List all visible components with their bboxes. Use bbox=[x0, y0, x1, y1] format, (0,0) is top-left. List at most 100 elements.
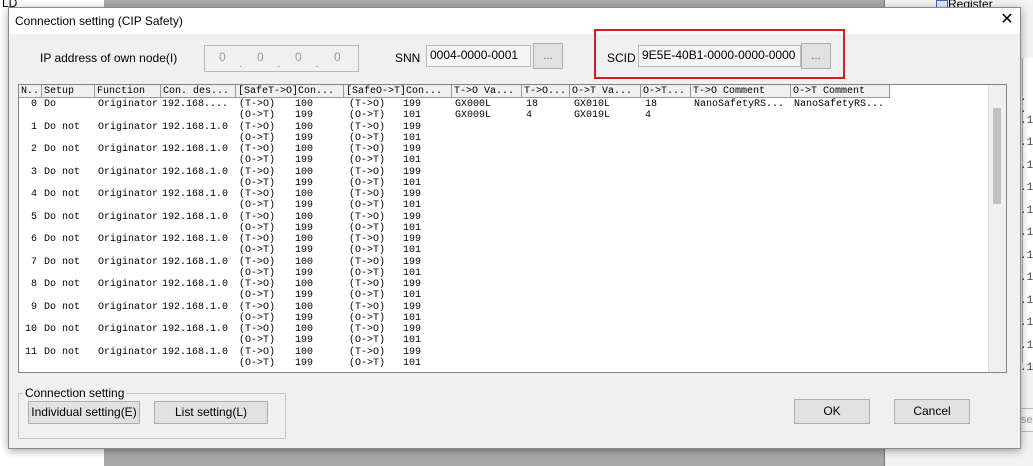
snn-browse-button[interactable]: ... bbox=[533, 43, 563, 69]
row-number: 10 bbox=[24, 324, 37, 335]
column-header[interactable]: Setup bbox=[42, 85, 95, 98]
row-safe-ot-value: 101 bbox=[403, 222, 422, 234]
column-header[interactable]: T->O Va... bbox=[452, 85, 522, 98]
row-function: Originator bbox=[98, 189, 159, 200]
row-safe-ot-direction: (T->O) bbox=[349, 346, 386, 358]
column-header[interactable]: T->O... bbox=[522, 85, 570, 98]
column-header[interactable]: T->O Comment bbox=[691, 85, 791, 98]
row-safe-to-direction: (T->O) bbox=[239, 256, 276, 268]
row-safe-to-direction: (O->T) bbox=[239, 222, 276, 234]
row-safe-ot-value: 199 bbox=[403, 234, 422, 245]
column-header[interactable]: N.. bbox=[19, 85, 42, 98]
row-safe-to-value: 199 bbox=[295, 290, 314, 301]
row-safe-ot-value: 199 bbox=[403, 346, 422, 358]
row-safe-to-value: 100 bbox=[295, 99, 314, 110]
row-setup: Do not bbox=[44, 121, 81, 133]
row-safe-ot-direction: (O->T) bbox=[349, 155, 386, 166]
row-setup: Do not bbox=[44, 279, 81, 290]
row-safe-ot-value: 101 bbox=[403, 155, 422, 166]
row-safe-ot-value: 199 bbox=[403, 121, 422, 133]
background-button[interactable]: se bbox=[1020, 408, 1033, 432]
column-header[interactable]: O->T Va... bbox=[570, 85, 641, 98]
row-function: Originator bbox=[98, 279, 159, 290]
background-list-fragment: .1( bbox=[1020, 159, 1033, 172]
row-safe-ot-direction: (O->T) bbox=[349, 222, 386, 234]
ip-segment-2: 0 bbox=[257, 50, 264, 64]
snn-field: 0004-0000-0001 bbox=[426, 45, 531, 67]
background-list-fragment: .1( bbox=[1020, 339, 1033, 352]
row-safe-ot-direction: (O->T) bbox=[349, 290, 386, 301]
row-safe-to-direction: (O->T) bbox=[239, 335, 276, 346]
background-list-fragment: .1( bbox=[1020, 249, 1033, 262]
cancel-button[interactable]: Cancel bbox=[894, 399, 970, 424]
row-safe-to-value: 100 bbox=[295, 121, 314, 133]
row-to-variable: GX009L bbox=[455, 110, 492, 121]
column-header[interactable]: [SafeO->T]Con... bbox=[344, 85, 452, 98]
row-setup: Do not bbox=[44, 211, 81, 223]
scrollbar-thumb[interactable] bbox=[993, 108, 1001, 204]
row-number: 4 bbox=[30, 189, 37, 200]
row-safe-ot-direction: (T->O) bbox=[349, 166, 386, 178]
column-header[interactable]: Con. des... bbox=[161, 85, 236, 98]
row-number: 8 bbox=[30, 279, 37, 290]
row-safe-to-value: 199 bbox=[295, 245, 314, 256]
row-safe-ot-value: 199 bbox=[403, 324, 422, 335]
column-header[interactable]: O->T... bbox=[641, 85, 691, 98]
row-safe-ot-value: 101 bbox=[403, 177, 422, 189]
row-safe-ot-value: 199 bbox=[403, 256, 422, 268]
background-list-fragment: .1( bbox=[1020, 114, 1033, 127]
row-safe-ot-value: 101 bbox=[403, 245, 422, 256]
column-header[interactable]: O->T Comment bbox=[791, 85, 890, 98]
row-ot-variable: GX010L bbox=[574, 99, 611, 110]
ok-button[interactable]: OK bbox=[794, 399, 870, 424]
row-safe-ot-direction: (O->T) bbox=[349, 357, 386, 369]
connection-list[interactable]: N.. Setup Function Con. des... [SafeT->O]Con… bbox=[18, 84, 1007, 373]
row-safe-to-value: 100 bbox=[295, 166, 314, 178]
row-safe-to-value: 100 bbox=[295, 256, 314, 268]
row-safe-to-direction: (O->T) bbox=[239, 245, 276, 256]
row-destination: 192.168.1.0 bbox=[162, 234, 229, 245]
row-destination: 192.168.1.0 bbox=[162, 279, 229, 290]
row-safe-to-direction: (T->O) bbox=[239, 346, 276, 358]
row-safe-ot-value: 101 bbox=[403, 267, 422, 279]
row-safe-to-direction: (O->T) bbox=[239, 312, 276, 324]
row-setup: Do not bbox=[44, 234, 81, 245]
row-function: Originator bbox=[98, 256, 159, 268]
ip-segment-4: 0 bbox=[334, 50, 341, 64]
row-destination: 192.168.1.0 bbox=[162, 166, 229, 178]
row-safe-ot-direction: (O->T) bbox=[349, 110, 386, 121]
list-setting-button[interactable]: List setting(L) bbox=[154, 401, 268, 424]
scid-browse-button[interactable]: ... bbox=[801, 43, 831, 69]
row-safe-to-value: 199 bbox=[295, 132, 314, 144]
row-function: Originator bbox=[98, 346, 159, 358]
row-safe-ot-direction: (T->O) bbox=[349, 99, 386, 110]
vertical-scrollbar[interactable] bbox=[988, 85, 1006, 372]
background-list-fragment: .1( bbox=[1020, 137, 1033, 149]
column-header[interactable]: Function bbox=[95, 85, 161, 98]
row-safe-to-value: 199 bbox=[295, 177, 314, 189]
row-number: 0 bbox=[30, 99, 37, 110]
column-header[interactable]: [SafeT->O]Con... bbox=[236, 85, 344, 98]
row-safe-to-value: 100 bbox=[295, 279, 314, 290]
dialog-titlebar: Connection setting (CIP Safety) ✕ bbox=[9, 8, 1020, 34]
row-destination: 192.168.... bbox=[162, 99, 229, 110]
row-safe-ot-direction: (T->O) bbox=[349, 256, 386, 268]
row-safe-to-direction: (T->O) bbox=[239, 279, 276, 290]
row-function: Originator bbox=[98, 324, 159, 335]
row-ot-variable: GX019L bbox=[574, 110, 611, 121]
individual-setting-button[interactable]: Individual setting(E) bbox=[28, 401, 140, 424]
row-safe-to-direction: (O->T) bbox=[239, 177, 276, 189]
row-safe-to-direction: (T->O) bbox=[239, 121, 276, 133]
ip-segment-1: 0 bbox=[219, 50, 226, 64]
row-destination: 192.168.1.0 bbox=[162, 256, 229, 268]
row-safe-to-value: 100 bbox=[295, 324, 314, 335]
row-safe-ot-value: 101 bbox=[403, 290, 422, 301]
row-safe-to-direction: (O->T) bbox=[239, 110, 276, 121]
row-safe-ot-direction: (O->T) bbox=[349, 132, 386, 144]
row-safe-ot-direction: (O->T) bbox=[349, 177, 386, 189]
row-safe-to-direction: (O->T) bbox=[239, 357, 276, 369]
row-setup: Do not bbox=[44, 166, 81, 178]
background-list-fragment: .1( bbox=[1020, 317, 1033, 329]
close-icon[interactable]: ✕ bbox=[994, 8, 1020, 34]
row-safe-to-direction: (T->O) bbox=[239, 211, 276, 223]
